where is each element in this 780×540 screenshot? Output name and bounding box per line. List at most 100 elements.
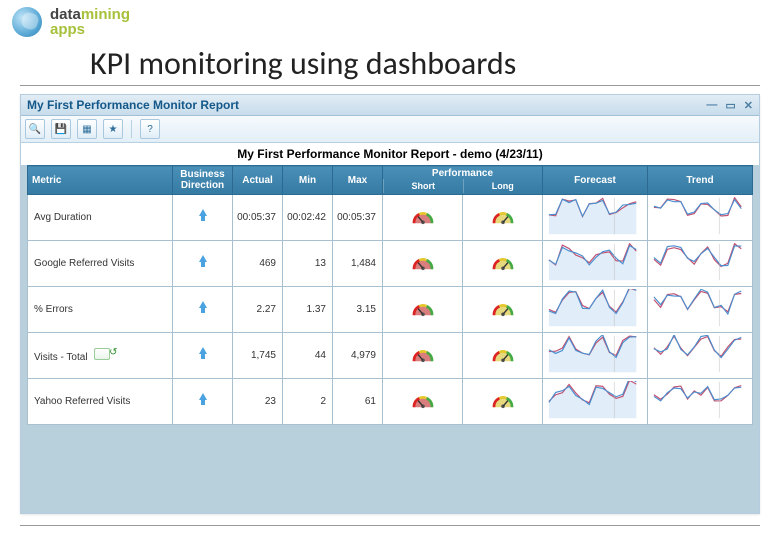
report-body: Metric Business Direction Actual Min Max…	[21, 165, 759, 431]
page-title: KPI monitoring using dashboards	[0, 44, 780, 85]
arrow-up-icon	[196, 393, 210, 407]
min-cell: 44	[283, 333, 333, 379]
max-cell: 3.15	[333, 287, 383, 333]
max-cell: 61	[333, 379, 383, 425]
table-row: Google Referred Visits 469 13 1,484	[28, 241, 753, 287]
arrow-up-icon	[196, 209, 210, 223]
perf-short-cell	[383, 333, 463, 379]
col-performance: Performance Short Long	[383, 166, 543, 195]
brand-word-2: mining	[81, 6, 130, 23]
metric-label: Google Referred Visits	[34, 258, 134, 269]
help-icon[interactable]: ?	[140, 119, 160, 139]
trend-cell	[648, 333, 753, 379]
actual-cell: 469	[233, 241, 283, 287]
gauge-long-icon	[492, 345, 514, 363]
forecast-cell	[543, 287, 648, 333]
arrow-up-icon	[196, 255, 210, 269]
forecast-cell	[543, 195, 648, 241]
col-metric: Metric	[28, 166, 173, 195]
col-performance-label: Performance	[383, 168, 542, 179]
gauge-short-icon	[412, 345, 434, 363]
metric-label: Visits - Total	[34, 352, 88, 363]
col-actual: Actual	[233, 166, 283, 195]
gauge-short-icon	[412, 391, 434, 409]
col-min: Min	[283, 166, 333, 195]
max-cell: 00:05:37	[333, 195, 383, 241]
direction-cell	[173, 379, 233, 425]
min-cell: 2	[283, 379, 333, 425]
globe-icon	[12, 7, 42, 37]
table-row: Yahoo Referred Visits 23 2 61	[28, 379, 753, 425]
col-forecast: Forecast	[543, 166, 648, 195]
favorite-icon[interactable]: ★	[103, 119, 123, 139]
perf-long-cell	[463, 333, 543, 379]
report-title: My First Performance Monitor Report - de…	[21, 143, 759, 165]
table-row: % Errors 2.27 1.37 3.15	[28, 287, 753, 333]
min-cell: 13	[283, 241, 333, 287]
direction-cell	[173, 241, 233, 287]
brand-word-3: apps	[50, 22, 130, 37]
close-button[interactable]: ✕	[744, 99, 753, 112]
direction-cell	[173, 287, 233, 333]
gauge-long-icon	[492, 207, 514, 225]
gauge-short-icon	[412, 299, 434, 317]
metric-cell: Visits - Total	[28, 333, 173, 379]
col-max: Max	[333, 166, 383, 195]
zoom-icon[interactable]: 🔍	[25, 119, 45, 139]
titlebar: My First Performance Monitor Report — ▭ …	[21, 95, 759, 116]
col-trend: Trend	[648, 166, 753, 195]
actual-cell: 23	[233, 379, 283, 425]
table-row: Avg Duration 00:05:37 00:02:42 00:05:37	[28, 195, 753, 241]
forecast-cell	[543, 333, 648, 379]
window-controls: — ▭ ✕	[706, 99, 753, 112]
perf-long-cell	[463, 241, 543, 287]
trend-cell	[648, 241, 753, 287]
restore-button[interactable]: ▭	[725, 99, 735, 112]
metric-label: % Errors	[34, 304, 73, 315]
min-cell: 00:02:42	[283, 195, 333, 241]
divider-bottom	[20, 525, 760, 526]
actual-cell: 2.27	[233, 287, 283, 333]
minimize-button[interactable]: —	[706, 99, 717, 111]
arrow-up-icon	[196, 347, 210, 361]
brand-text: datamining apps	[50, 7, 130, 37]
perf-short-cell	[383, 379, 463, 425]
col-perf-long: Long	[463, 179, 543, 193]
max-cell: 4,979	[333, 333, 383, 379]
gauge-long-icon	[492, 391, 514, 409]
grid-icon[interactable]: ▦	[77, 119, 97, 139]
toolbar-separator	[131, 120, 132, 138]
trend-cell	[648, 287, 753, 333]
direction-cell	[173, 333, 233, 379]
kpi-table: Metric Business Direction Actual Min Max…	[27, 165, 753, 425]
gauge-short-icon	[412, 253, 434, 271]
forecast-cell	[543, 379, 648, 425]
trend-cell	[648, 195, 753, 241]
direction-cell	[173, 195, 233, 241]
refresh-icon[interactable]	[94, 348, 110, 360]
metric-cell: Google Referred Visits	[28, 241, 173, 287]
max-cell: 1,484	[333, 241, 383, 287]
table-row: Visits - Total 1,745 44 4,979	[28, 333, 753, 379]
divider-top	[20, 85, 760, 86]
actual-cell: 00:05:37	[233, 195, 283, 241]
perf-short-cell	[383, 287, 463, 333]
gauge-long-icon	[492, 299, 514, 317]
actual-cell: 1,745	[233, 333, 283, 379]
save-icon[interactable]: 💾	[51, 119, 71, 139]
perf-long-cell	[463, 379, 543, 425]
arrow-up-icon	[196, 301, 210, 315]
col-direction: Business Direction	[173, 166, 233, 195]
metric-cell: Avg Duration	[28, 195, 173, 241]
trend-cell	[648, 379, 753, 425]
app-window: My First Performance Monitor Report — ▭ …	[20, 94, 760, 514]
perf-short-cell	[383, 241, 463, 287]
metric-label: Yahoo Referred Visits	[34, 396, 130, 407]
window-title: My First Performance Monitor Report	[27, 98, 239, 112]
metric-label: Avg Duration	[34, 212, 92, 223]
brand-header: datamining apps	[0, 0, 780, 44]
gauge-short-icon	[412, 207, 434, 225]
gauge-long-icon	[492, 253, 514, 271]
metric-cell: Yahoo Referred Visits	[28, 379, 173, 425]
toolbar: 🔍 💾 ▦ ★ ?	[21, 116, 759, 143]
